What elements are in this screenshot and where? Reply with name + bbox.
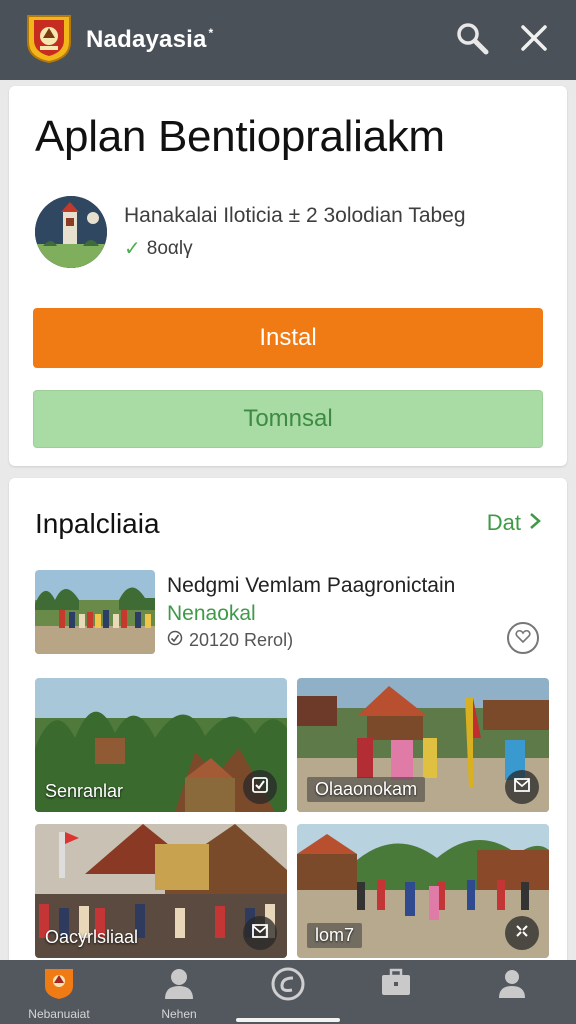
- briefcase-icon: [379, 966, 413, 1005]
- heart-icon: [515, 629, 531, 648]
- top-app-bar: Nadayasia *: [0, 0, 576, 80]
- see-all-link[interactable]: Dat: [487, 510, 541, 536]
- app-avatar: [35, 196, 107, 268]
- tile-label: Olaaonokam: [307, 777, 426, 802]
- mail-icon: [513, 777, 531, 798]
- featured-meta: 20120 Rerol): [167, 630, 293, 651]
- see-all-label: Dat: [486, 510, 521, 535]
- person-icon: [162, 966, 196, 1005]
- gallery-tile[interactable]: Senranlar: [35, 678, 287, 812]
- featured-thumbnail[interactable]: [35, 570, 155, 654]
- nav-item-people[interactable]: Nehen: [139, 966, 219, 1024]
- tile-action-button[interactable]: [505, 916, 539, 950]
- developer-name[interactable]: Hanakalai Iloticia ± 2 3olodian Tabeg: [124, 204, 466, 228]
- check-circle-icon: [167, 630, 183, 651]
- emblem-icon: [42, 966, 76, 1005]
- page-title: Aplan Bentiopraliakm: [35, 112, 445, 161]
- featured-title[interactable]: Nedgmi Vemlam Paagronictain: [167, 574, 455, 598]
- tile-label: lom7: [307, 923, 363, 948]
- bottom-navigation: Nebanuaiat Nehen: [0, 960, 576, 1024]
- home-indicator: [236, 1018, 340, 1022]
- search-button[interactable]: [452, 20, 492, 60]
- check-icon: ✓: [124, 238, 141, 260]
- gallery-tile[interactable]: Olaaonokam: [297, 678, 549, 812]
- app-details-card: Aplan Bentiopraliakm Hanakalai Iloticia …: [9, 86, 567, 466]
- tile-action-button[interactable]: [243, 770, 277, 804]
- nav-item-explore[interactable]: [248, 966, 328, 1024]
- rating-row: ✓ 8oαlγ: [124, 236, 193, 261]
- mail-icon: [251, 923, 269, 944]
- tile-action-button[interactable]: [505, 770, 539, 804]
- section-title: Inpalcliaia: [35, 508, 160, 539]
- close-icon: [519, 23, 549, 58]
- nav-label: Nehen: [161, 1007, 197, 1021]
- rating-text: 8oαlγ: [146, 237, 193, 259]
- tile-label: Senranlar: [45, 781, 124, 801]
- check-icon: [251, 776, 269, 799]
- secondary-button[interactable]: Tomnsal: [33, 390, 543, 448]
- favorite-button[interactable]: [507, 622, 539, 654]
- app-title-mark: *: [208, 26, 214, 40]
- nav-item-briefcase[interactable]: [356, 966, 436, 1024]
- expand-icon: [513, 922, 531, 945]
- app-title-text: Nadayasia: [86, 26, 207, 53]
- profile-icon: [495, 966, 529, 1005]
- nav-item-home[interactable]: Nebanuaiat: [19, 966, 99, 1024]
- gallery-card: Inpalcliaia Dat Nedgmi Vemlam Paagronict…: [9, 478, 567, 968]
- chevron-right-icon: [529, 510, 541, 536]
- emblem-logo[interactable]: [24, 12, 74, 64]
- app-title: Nadayasia *: [86, 26, 213, 54]
- compass-icon: [270, 966, 306, 1007]
- nav-item-profile[interactable]: [472, 966, 552, 1024]
- gallery-tile[interactable]: lom7: [297, 824, 549, 958]
- nav-label: Nebanuaiat: [28, 1007, 90, 1021]
- tile-action-button[interactable]: [243, 916, 277, 950]
- install-button[interactable]: Instal: [33, 308, 543, 368]
- featured-subtitle: Nenaokal: [167, 602, 256, 625]
- gallery-tile[interactable]: Oacyrlsliaal: [35, 824, 287, 958]
- tile-label: Oacyrlsliaal: [45, 927, 139, 947]
- search-icon: [455, 21, 489, 60]
- close-button[interactable]: [514, 20, 554, 60]
- featured-meta-text: 20120 Rerol): [189, 630, 294, 650]
